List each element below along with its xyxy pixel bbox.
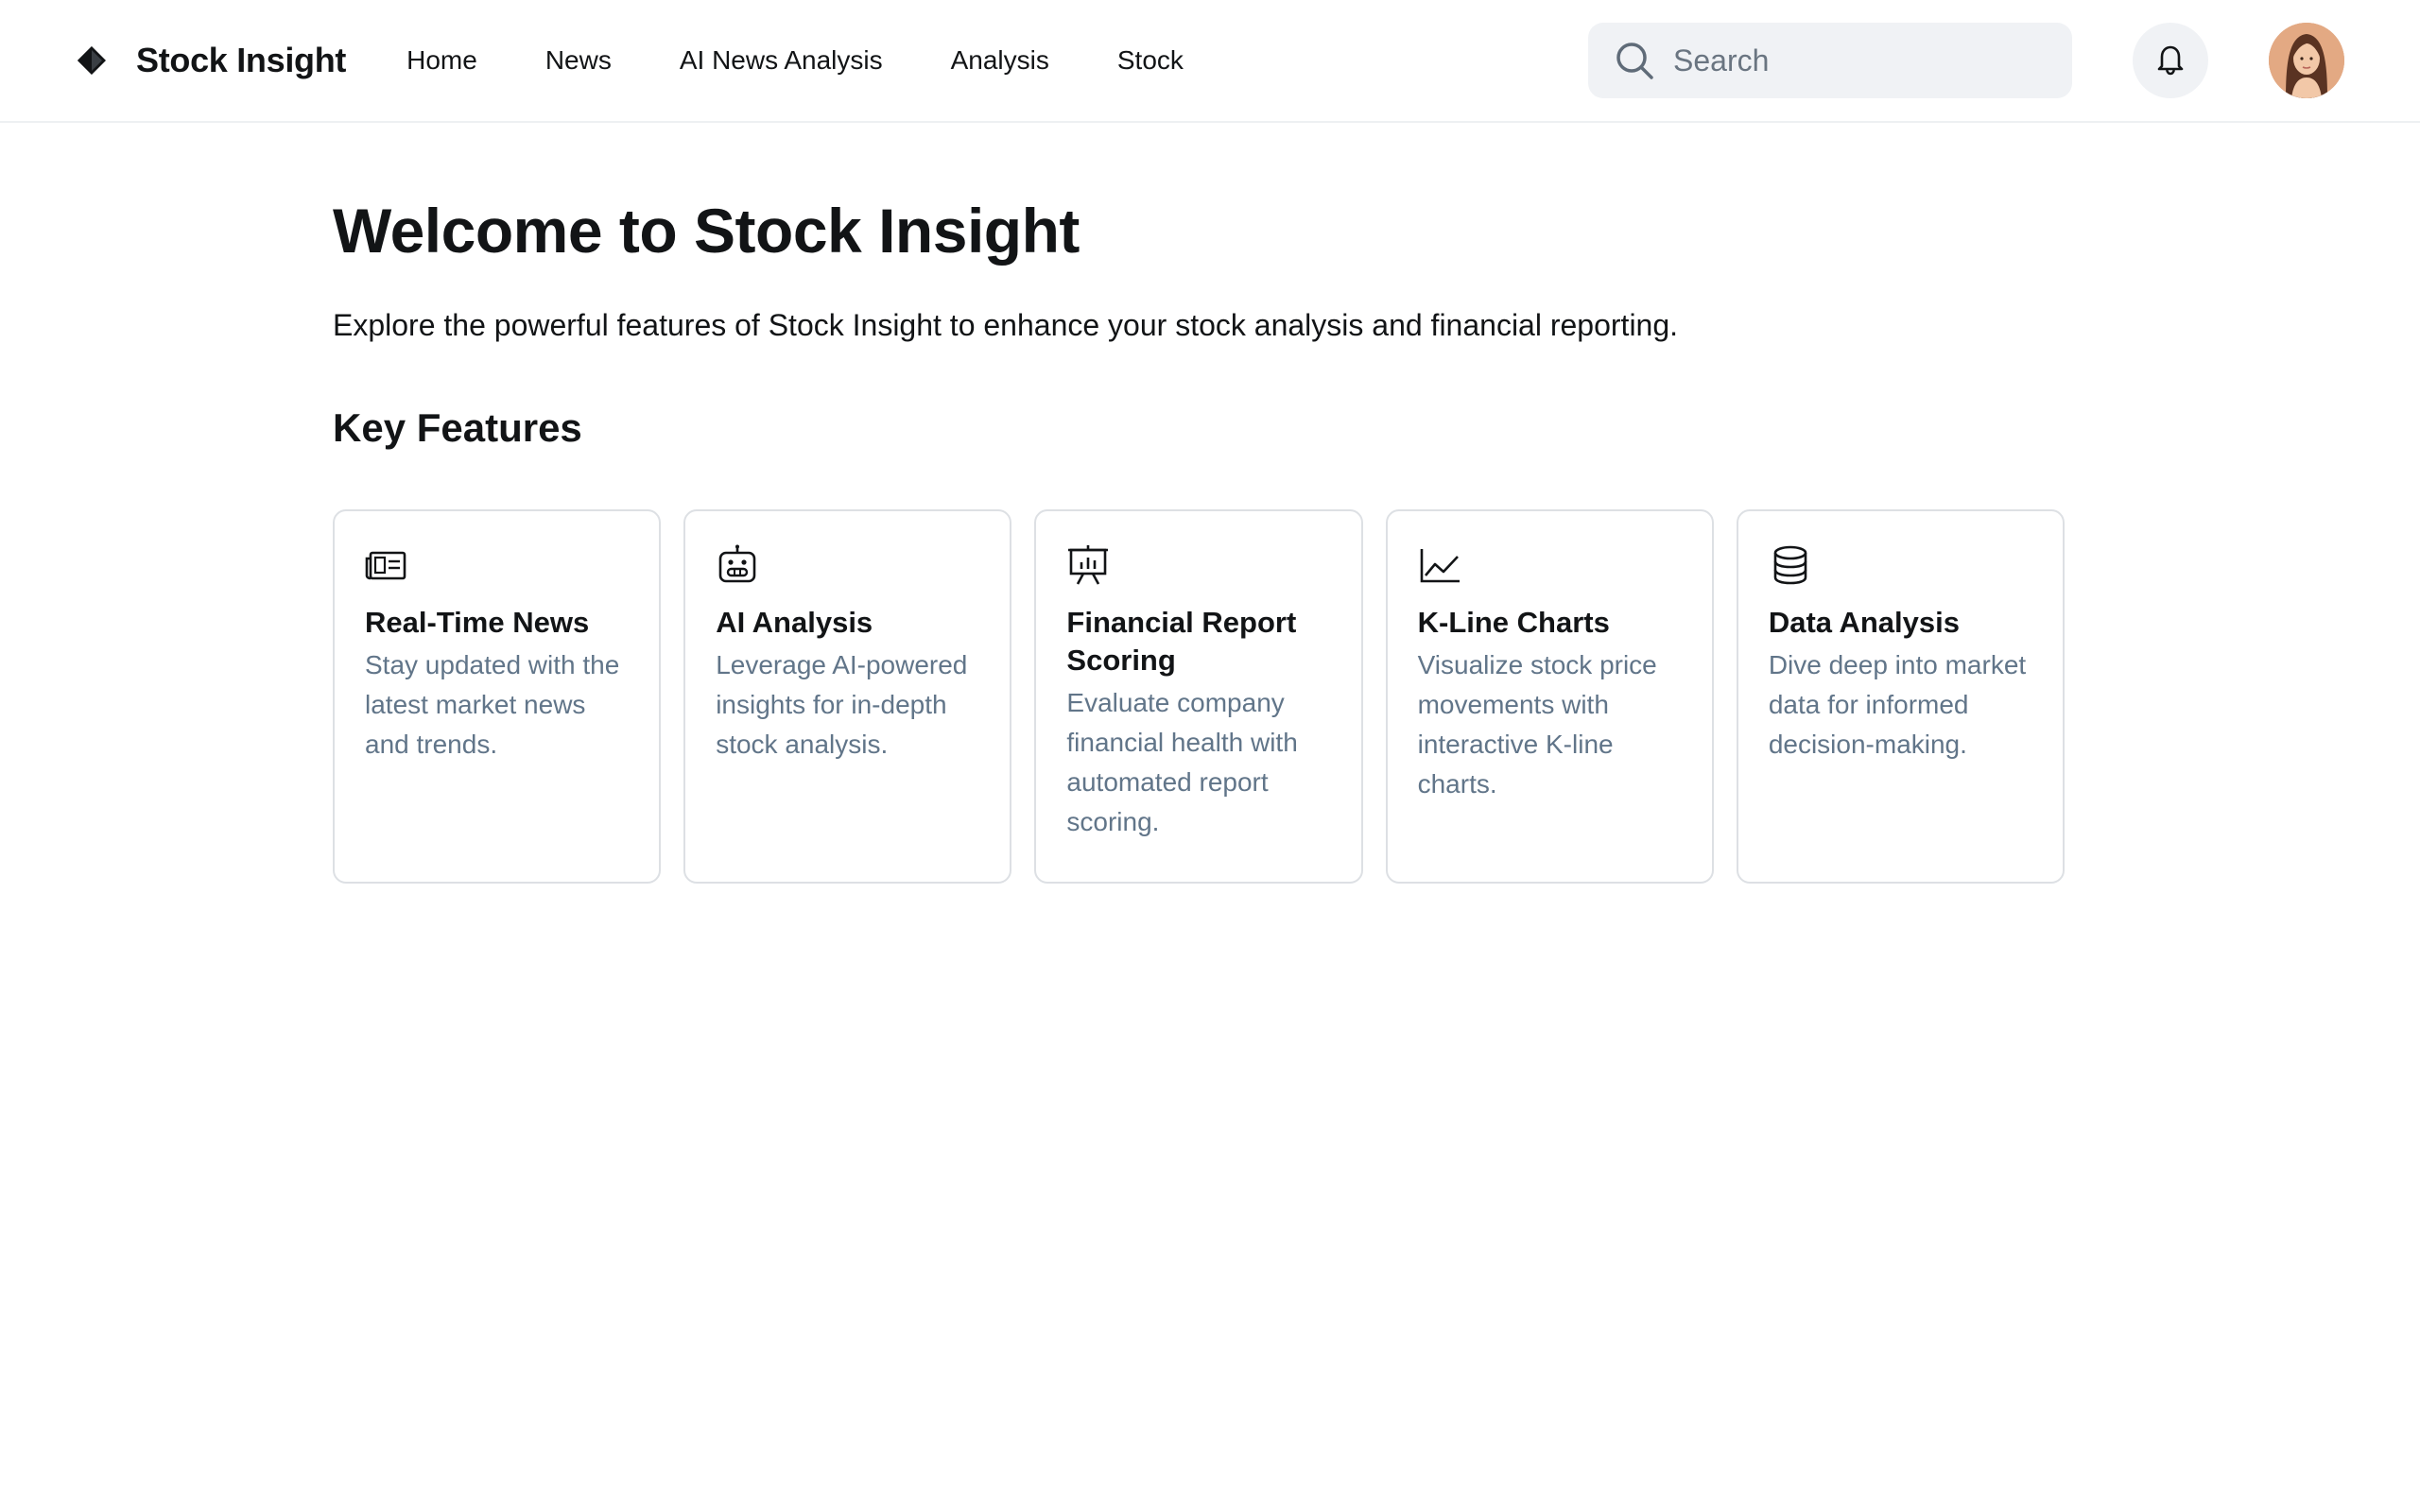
feature-description: Dive deep into market data for informed … — [1768, 650, 2027, 759]
feature-description: Stay updated with the latest market news… — [365, 650, 620, 759]
feature-description: Evaluate company financial health with a… — [1066, 688, 1298, 836]
page-subtitle: Explore the powerful features of Stock I… — [333, 308, 1679, 342]
user-avatar[interactable] — [2269, 23, 2344, 98]
brand-name: Stock Insight — [136, 41, 347, 79]
notifications-button[interactable] — [2133, 23, 2208, 98]
search-input[interactable] — [1673, 43, 2051, 78]
bell-icon — [2153, 42, 2187, 80]
feature-title: AI Analysis — [716, 606, 873, 639]
feature-title: K-Line Charts — [1417, 606, 1610, 639]
feature-card-ai-analysis[interactable]: AI Analysis Leverage AI-powered insights… — [683, 509, 1012, 884]
diamond-logo-icon — [76, 44, 108, 77]
robot-icon — [716, 543, 759, 587]
presentation-chart-icon — [1066, 543, 1110, 587]
nav-stock[interactable]: Stock — [1117, 45, 1184, 76]
nav-news[interactable]: News — [545, 45, 612, 76]
newspaper-icon — [365, 543, 408, 587]
line-chart-icon — [1418, 543, 1461, 587]
brand[interactable]: Stock Insight — [76, 41, 346, 80]
feature-description: Leverage AI-powered insights for in-dept… — [716, 650, 968, 759]
feature-title: Data Analysis — [1768, 606, 1960, 639]
feature-title: Financial Report Scoring — [1066, 606, 1297, 677]
database-icon — [1769, 543, 1812, 587]
feature-title: Real-Time News — [365, 606, 590, 639]
page-title: Welcome to Stock Insight — [333, 196, 1080, 266]
section-title: Key Features — [333, 405, 582, 450]
feature-card-real-time-news[interactable]: Real-Time News Stay updated with the lat… — [333, 509, 662, 884]
feature-card-data-analysis[interactable]: Data Analysis Dive deep into market data… — [1736, 509, 2066, 884]
search-icon — [1615, 41, 1654, 80]
nav-ai-news-analysis[interactable]: AI News Analysis — [680, 45, 883, 76]
feature-card-financial-report-scoring[interactable]: Financial Report Scoring Evaluate compan… — [1034, 509, 1363, 884]
top-navigation-bar: Stock Insight Home News AI News Analysis… — [0, 0, 2420, 123]
main-nav: Home News AI News Analysis Analysis Stoc… — [406, 45, 1252, 76]
feature-cards: Real-Time News Stay updated with the lat… — [333, 509, 2087, 884]
nav-home[interactable]: Home — [406, 45, 477, 76]
header-actions — [1588, 23, 2344, 98]
nav-analysis[interactable]: Analysis — [951, 45, 1049, 76]
search-box[interactable] — [1588, 23, 2072, 98]
feature-description: Visualize stock price movements with int… — [1417, 650, 1657, 799]
feature-card-k-line-charts[interactable]: K-Line Charts Visualize stock price move… — [1385, 509, 1714, 884]
main-content: Welcome to Stock Insight Explore the pow… — [333, 123, 2087, 884]
